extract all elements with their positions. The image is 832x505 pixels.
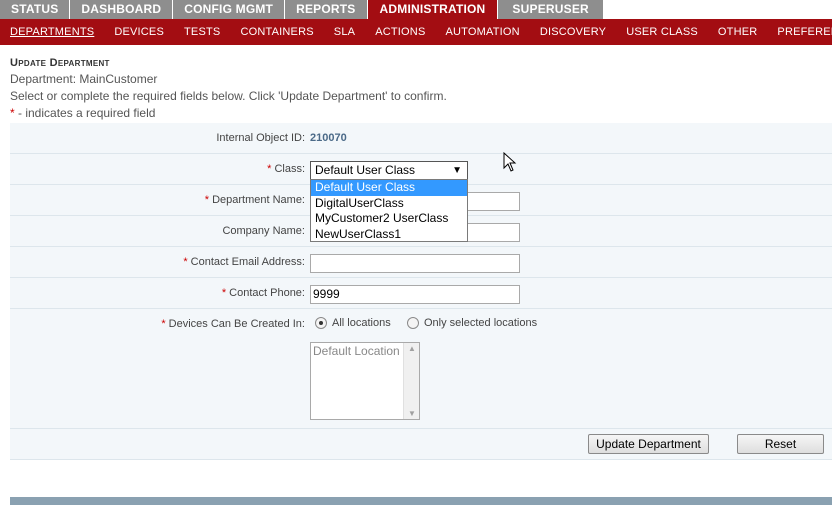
- radio-all-locations-wrap[interactable]: All locations: [315, 317, 391, 329]
- required-note: * - indicates a required field: [10, 106, 155, 120]
- location-listbox[interactable]: Default Location ▲ ▼: [310, 342, 420, 420]
- tab-dashboard[interactable]: DASHBOARD: [70, 0, 174, 19]
- contact-phone-label-text: Contact Phone:: [229, 287, 305, 299]
- class-select[interactable]: Default User Class ▼: [310, 161, 468, 180]
- top-tab-bar: STATUS DASHBOARD CONFIG MGMT REPORTS ADM…: [0, 0, 832, 19]
- required-star: *: [204, 194, 210, 206]
- tab-status[interactable]: STATUS: [0, 0, 71, 19]
- radio-selected-locations-label: Only selected locations: [424, 317, 538, 329]
- bottom-divider: [10, 497, 832, 505]
- subnav-other[interactable]: OTHER: [718, 19, 758, 45]
- tab-superuser[interactable]: SUPERUSER: [498, 0, 604, 19]
- radio-all-locations[interactable]: [315, 317, 327, 329]
- update-department-form: Internal Object ID: 210070 * Class: Defau…: [10, 123, 832, 460]
- row-contact-email: * Contact Email Address:: [10, 247, 832, 278]
- subnav-preferences[interactable]: PREFERENCES: [777, 19, 832, 45]
- class-option[interactable]: NewUserClass1: [311, 227, 467, 243]
- radio-all-locations-label: All locations: [332, 317, 391, 329]
- chevron-down-icon: ▼: [452, 165, 462, 176]
- class-option[interactable]: MyCustomer2 UserClass: [311, 211, 467, 227]
- class-label-text: Class:: [274, 163, 305, 175]
- class-option[interactable]: DigitalUserClass: [311, 196, 467, 212]
- subnav-automation[interactable]: AUTOMATION: [445, 19, 519, 45]
- class-option[interactable]: Default User Class: [311, 180, 467, 196]
- required-star: *: [267, 163, 272, 175]
- subnav-user-class[interactable]: USER CLASS: [626, 19, 698, 45]
- contact-email-label: * Contact Email Address:: [183, 256, 305, 268]
- tab-reports[interactable]: REPORTS: [285, 0, 368, 19]
- required-star: *: [221, 287, 227, 299]
- internal-id-value: 210070: [310, 132, 347, 144]
- row-contact-phone: * Contact Phone: 9999: [10, 278, 832, 309]
- department-line: Department: MainCustomer: [10, 72, 158, 86]
- subnav-departments[interactable]: DEPARTMENTS: [10, 19, 94, 45]
- class-selected-value: Default User Class: [315, 163, 416, 177]
- devices-location-label: * Devices Can Be Created In:: [161, 318, 305, 330]
- row-devices-location: * Devices Can Be Created In: All location…: [10, 309, 832, 429]
- department-name-label: * Department Name:: [205, 194, 305, 206]
- department-name-label-text: Department Name:: [212, 194, 305, 206]
- tab-config-mgmt[interactable]: CONFIG MGMT: [173, 0, 286, 19]
- devices-location-label-text: Devices Can Be Created In:: [168, 318, 305, 330]
- reset-button[interactable]: Reset: [737, 434, 824, 454]
- class-dropdown-list: Default User Class DigitalUserClass MyCu…: [310, 179, 468, 242]
- class-label: * Class:: [267, 163, 305, 175]
- subnav-sla[interactable]: SLA: [334, 19, 355, 45]
- button-row: Update Department Reset: [10, 429, 832, 460]
- internal-id-label: Internal Object ID:: [216, 132, 305, 144]
- required-star: *: [161, 318, 166, 330]
- required-star: *: [183, 256, 188, 268]
- subnav-discovery[interactable]: DISCOVERY: [540, 19, 606, 45]
- row-internal-id: Internal Object ID: 210070: [10, 123, 832, 154]
- scroll-down-icon[interactable]: ▼: [408, 409, 416, 418]
- listbox-scrollbar[interactable]: ▲ ▼: [403, 343, 419, 419]
- subnav-containers[interactable]: CONTAINERS: [240, 19, 313, 45]
- mouse-cursor-icon: [503, 152, 517, 172]
- list-item[interactable]: Default Location: [313, 344, 400, 358]
- subnav-tests[interactable]: TESTS: [184, 19, 220, 45]
- page-title: Update Department: [10, 57, 110, 69]
- scroll-up-icon[interactable]: ▲: [408, 344, 416, 353]
- contact-email-label-text: Contact Email Address:: [190, 256, 305, 268]
- contact-email-input[interactable]: [310, 254, 520, 273]
- update-department-button[interactable]: Update Department: [588, 434, 709, 454]
- required-note-text: - indicates a required field: [14, 106, 156, 120]
- tab-administration[interactable]: ADMINISTRATION: [367, 0, 499, 19]
- sub-nav: DEPARTMENTS DEVICES TESTS CONTAINERS SLA…: [0, 19, 832, 45]
- radio-selected-locations-wrap[interactable]: Only selected locations: [407, 317, 537, 329]
- subnav-actions[interactable]: ACTIONS: [375, 19, 425, 45]
- instructions-text: Select or complete the required fields b…: [10, 89, 447, 103]
- company-name-label: Company Name:: [222, 225, 305, 237]
- radio-selected-locations[interactable]: [407, 317, 419, 329]
- contact-phone-label: * Contact Phone:: [222, 287, 305, 299]
- subnav-devices[interactable]: DEVICES: [114, 19, 164, 45]
- contact-phone-input[interactable]: 9999: [310, 285, 520, 304]
